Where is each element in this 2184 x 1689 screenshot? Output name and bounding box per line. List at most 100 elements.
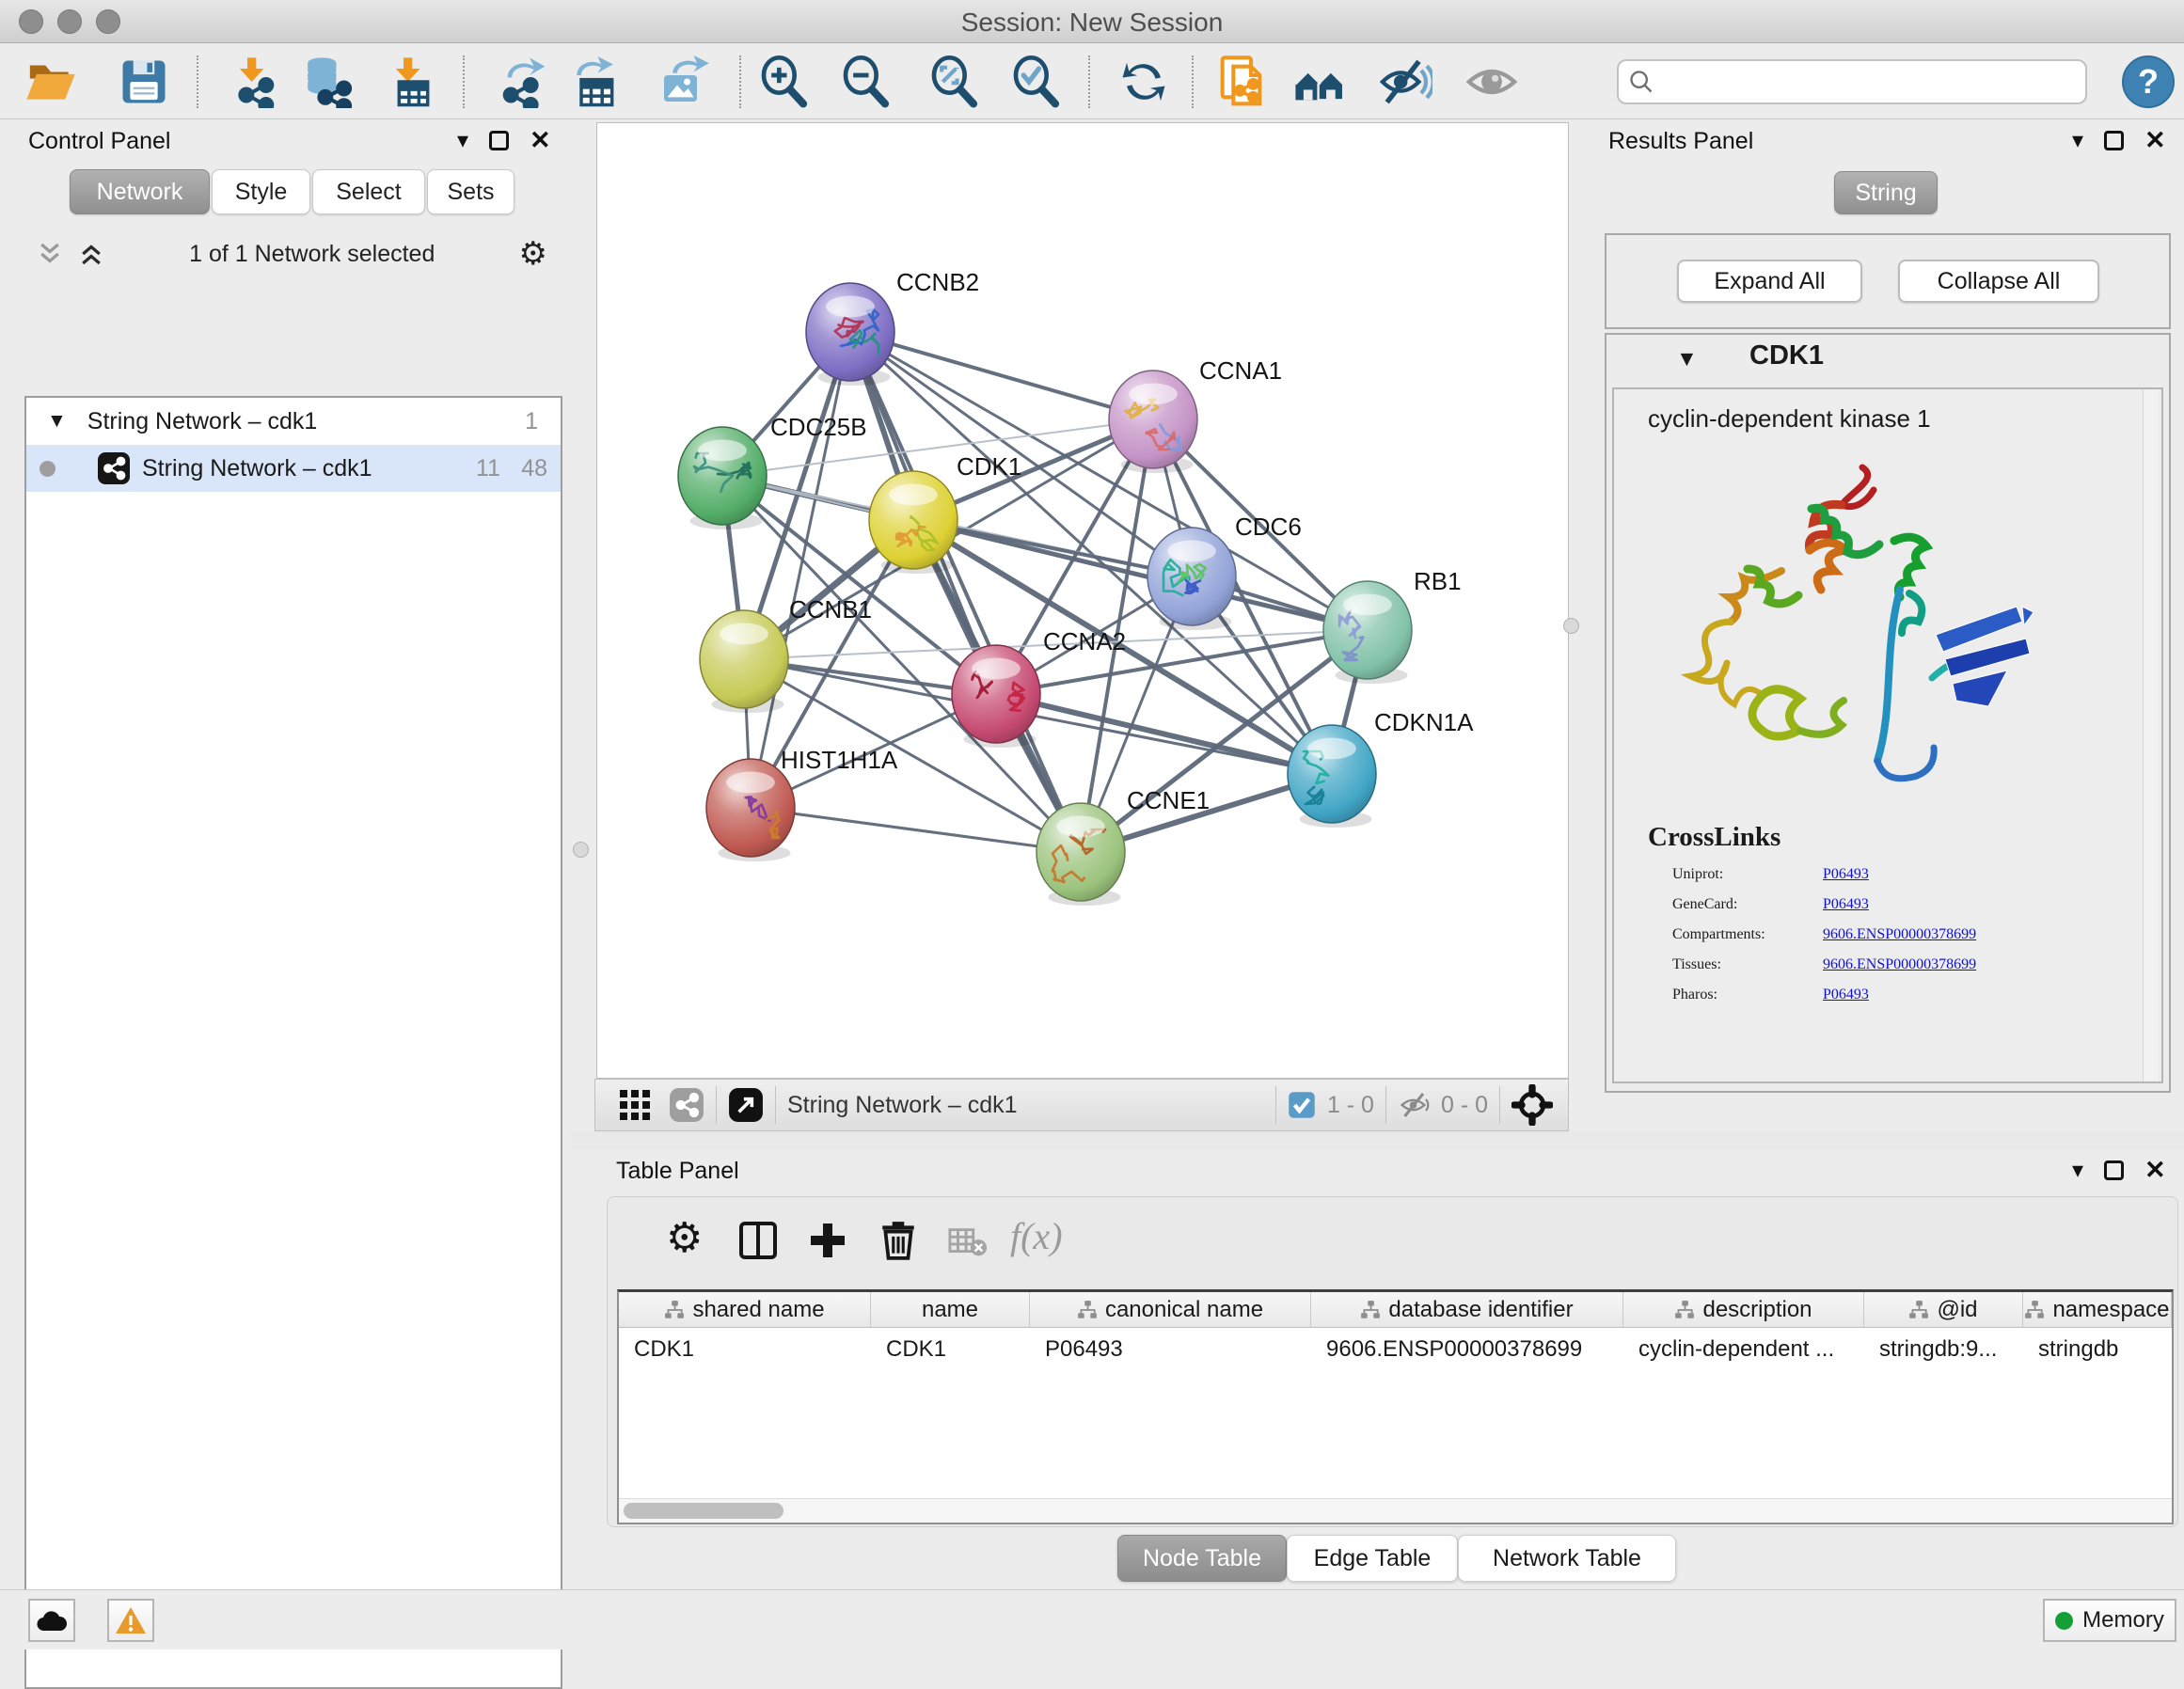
tab-network-table[interactable]: Network Table <box>1458 1535 1676 1582</box>
zoom-selected-button[interactable] <box>1004 52 1068 112</box>
close-panel-icon[interactable]: ✕ <box>530 128 551 153</box>
close-panel-icon[interactable]: ✕ <box>2144 1158 2166 1183</box>
function-builder-icon[interactable]: f(x) <box>1010 1214 1063 1258</box>
crosslink-link[interactable]: P06493 <box>1823 987 1869 1003</box>
crosslink-link[interactable]: P06493 <box>1823 896 1869 913</box>
tab-select[interactable]: Select <box>312 169 425 214</box>
help-button[interactable]: ? <box>2122 55 2175 108</box>
horizontal-divider[interactable] <box>571 1131 2184 1150</box>
collapse-all-icon[interactable] <box>36 240 64 268</box>
network-edge[interactable] <box>850 332 1153 419</box>
table-horizontal-scrollbar[interactable] <box>619 1498 2172 1523</box>
table-cell[interactable]: stringdb:9... <box>1864 1336 2023 1363</box>
column-header[interactable]: database identifier <box>1311 1292 1623 1327</box>
hidden-eye-slash-icon[interactable] <box>1398 1088 1432 1122</box>
save-session-button[interactable] <box>112 52 176 112</box>
fit-selected-target-icon[interactable] <box>1511 1084 1553 1126</box>
memory-button[interactable]: Memory <box>2043 1599 2176 1642</box>
tab-edge-table[interactable]: Edge Table <box>1287 1535 1458 1582</box>
panel-menu-icon[interactable]: ▾ <box>2072 130 2083 152</box>
right-splitter-grip[interactable] <box>1563 618 1579 634</box>
duplicate-network-button[interactable] <box>1212 52 1276 112</box>
network-node[interactable] <box>1109 371 1197 473</box>
network-edge[interactable] <box>850 332 1081 852</box>
float-panel-icon[interactable] <box>2104 131 2124 150</box>
results-vertical-scrollbar[interactable] <box>2143 389 2158 1081</box>
selected-checkbox-icon[interactable] <box>1288 1091 1316 1119</box>
refresh-view-button[interactable] <box>1112 52 1176 112</box>
show-all-button[interactable] <box>1460 52 1524 112</box>
float-panel-icon[interactable] <box>489 131 509 150</box>
table-settings-gear-icon[interactable]: ⚙ <box>666 1214 703 1262</box>
crosslink-link[interactable]: P06493 <box>1823 866 1869 883</box>
collapse-entry-icon[interactable]: ▼ <box>1676 346 1698 371</box>
table-row[interactable]: CDK1CDK1P064939606.ENSP00000378699cyclin… <box>619 1328 2172 1371</box>
birdseye-grid-icon[interactable] <box>618 1088 652 1122</box>
open-session-button[interactable] <box>19 52 83 112</box>
column-header[interactable]: description <box>1623 1292 1864 1327</box>
left-splitter-grip[interactable] <box>573 842 589 858</box>
network-row[interactable]: String Network – cdk1 11 48 <box>26 445 561 492</box>
column-header[interactable]: shared name <box>619 1292 871 1327</box>
network-collection-row[interactable]: ▼ String Network – cdk1 1 <box>26 398 561 445</box>
network-node[interactable] <box>869 471 957 574</box>
panel-menu-icon[interactable]: ▾ <box>457 130 468 152</box>
show-columns-icon[interactable] <box>737 1220 779 1261</box>
network-node[interactable] <box>1288 725 1376 828</box>
cloud-status-button[interactable] <box>28 1599 75 1642</box>
table-cell[interactable]: P06493 <box>1030 1336 1311 1363</box>
float-panel-icon[interactable] <box>2104 1160 2124 1180</box>
delete-column-trash-icon[interactable] <box>877 1218 920 1261</box>
search-box[interactable] <box>1617 59 2087 104</box>
table-cell[interactable]: cyclin-dependent ... <box>1623 1336 1864 1363</box>
collection-expand-icon[interactable]: ▼ <box>47 410 67 433</box>
import-network-file-button[interactable] <box>222 52 286 112</box>
network-graph[interactable]: CCNB2CCNA1CDC25BCDK1CDC6RB1CCNB1CCNA2CDK… <box>597 123 1568 1078</box>
network-node[interactable] <box>806 283 894 386</box>
network-edge[interactable] <box>751 808 1081 852</box>
tab-sets[interactable]: Sets <box>427 169 514 214</box>
network-node[interactable] <box>1147 528 1236 630</box>
network-node[interactable] <box>1323 581 1412 684</box>
tab-string[interactable]: String <box>1834 171 1938 214</box>
scrollbar-thumb[interactable] <box>624 1503 783 1519</box>
export-network-button[interactable] <box>491 52 555 112</box>
export-image-button[interactable] <box>652 52 716 112</box>
table-cell[interactable]: 9606.ENSP00000378699 <box>1311 1336 1623 1363</box>
network-node[interactable] <box>706 759 795 861</box>
goto-network-icon[interactable] <box>728 1087 764 1123</box>
table-cell[interactable]: CDK1 <box>871 1336 1030 1363</box>
network-node[interactable] <box>1037 803 1125 906</box>
import-table-button[interactable] <box>378 52 442 112</box>
zoom-out-button[interactable] <box>833 52 897 112</box>
tab-node-table[interactable]: Node Table <box>1117 1535 1287 1582</box>
crosslink-link[interactable]: 9606.ENSP00000378699 <box>1823 926 1976 943</box>
panel-menu-icon[interactable]: ▾ <box>2072 1160 2083 1182</box>
zoom-in-button[interactable] <box>752 52 815 112</box>
crosslink-link[interactable]: 9606.ENSP00000378699 <box>1823 956 1976 973</box>
tab-network[interactable]: Network <box>70 169 210 214</box>
expand-all-button[interactable]: Expand All <box>1677 260 1862 303</box>
export-table-button[interactable] <box>562 52 626 112</box>
network-options-gear-icon[interactable]: ⚙ <box>519 235 547 273</box>
network-share-icon[interactable] <box>669 1087 704 1123</box>
zoom-fit-button[interactable] <box>922 52 986 112</box>
node-table[interactable]: shared namenamecanonical namedatabase id… <box>617 1289 2174 1524</box>
network-edge[interactable] <box>751 332 850 808</box>
column-header[interactable]: @id <box>1864 1292 2023 1327</box>
column-header[interactable]: name <box>871 1292 1030 1327</box>
close-panel-icon[interactable]: ✕ <box>2144 128 2166 153</box>
search-input[interactable] <box>1654 69 2076 95</box>
column-header[interactable]: canonical name <box>1030 1292 1311 1327</box>
delete-table-icon[interactable] <box>948 1225 988 1259</box>
create-column-plus-icon[interactable] <box>807 1220 848 1261</box>
first-neighbors-button[interactable] <box>1289 52 1353 112</box>
network-canvas[interactable]: CCNB2CCNA1CDC25BCDK1CDC6RB1CCNB1CCNA2CDK… <box>596 122 1569 1079</box>
warnings-button[interactable] <box>107 1599 154 1642</box>
expand-all-icon[interactable] <box>77 240 105 268</box>
import-network-database-button[interactable] <box>294 52 358 112</box>
tab-style[interactable]: Style <box>212 169 310 214</box>
column-header[interactable]: namespace <box>2023 1292 2172 1327</box>
network-node[interactable] <box>678 427 767 529</box>
hide-selected-button[interactable] <box>1373 52 1437 112</box>
